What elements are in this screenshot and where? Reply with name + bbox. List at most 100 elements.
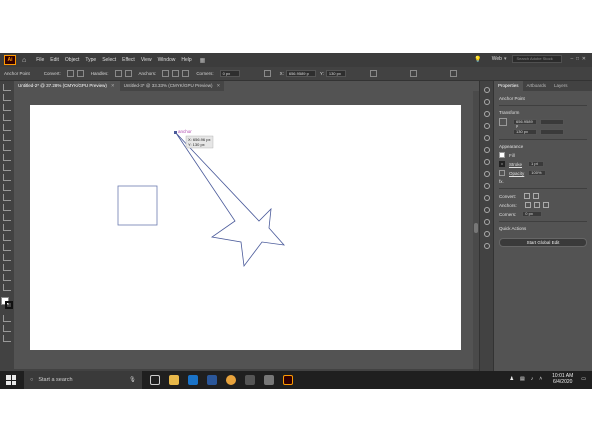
type-tool-icon[interactable] bbox=[3, 144, 11, 151]
stroke-panel-icon[interactable] bbox=[483, 135, 490, 141]
pathfinder-panel-icon[interactable] bbox=[483, 243, 490, 249]
join-anchor-icon[interactable] bbox=[172, 70, 180, 77]
h-field[interactable] bbox=[540, 129, 564, 135]
calculator-icon[interactable] bbox=[245, 375, 255, 385]
menu-type[interactable]: Type bbox=[85, 57, 96, 63]
outlook-icon[interactable] bbox=[188, 375, 198, 385]
gradient-tool-icon[interactable] bbox=[3, 224, 11, 231]
align-panel-icon[interactable] bbox=[483, 231, 490, 237]
stroke-swatch[interactable] bbox=[499, 161, 505, 167]
menu-select[interactable]: Select bbox=[102, 57, 116, 63]
convert-smooth-icon[interactable] bbox=[76, 70, 84, 77]
workspace-switcher[interactable]: Web bbox=[492, 56, 502, 62]
chevron-down-icon[interactable]: ▾ bbox=[504, 56, 507, 62]
settings-icon[interactable] bbox=[264, 375, 274, 385]
windows-start-icon[interactable] bbox=[6, 375, 16, 385]
rectangle-shape[interactable] bbox=[117, 185, 158, 226]
close-icon[interactable]: ✕ bbox=[217, 81, 221, 91]
arrange-documents-icon[interactable]: ▦ bbox=[200, 57, 206, 64]
curvature-tool-icon[interactable] bbox=[3, 114, 11, 121]
fill-stroke-swatch[interactable] bbox=[1, 297, 13, 309]
brushes-panel-icon[interactable] bbox=[483, 111, 490, 117]
menu-help[interactable]: Help bbox=[181, 57, 191, 63]
start-global-edit-button[interactable]: Start Global Edit bbox=[499, 238, 587, 247]
panel-remove-anchor-icon[interactable] bbox=[524, 202, 531, 208]
window-controls[interactable]: – □ ✕ bbox=[570, 56, 586, 62]
people-icon[interactable]: ♟ bbox=[509, 376, 513, 382]
isolate-icon[interactable] bbox=[369, 70, 377, 77]
x-field[interactable]: 656.9589 p bbox=[513, 119, 537, 128]
anchor-point[interactable] bbox=[174, 131, 177, 134]
menu-edit[interactable]: Edit bbox=[50, 57, 59, 63]
tab-layers[interactable]: Layers bbox=[550, 81, 572, 91]
direct-selection-tool-icon[interactable] bbox=[3, 94, 11, 101]
rotate-tool-icon[interactable] bbox=[3, 184, 11, 191]
y-field[interactable]: 130 px bbox=[513, 129, 537, 135]
menu-window[interactable]: Window bbox=[158, 57, 176, 63]
zoom-tool-icon[interactable] bbox=[3, 284, 11, 291]
stroke-label[interactable]: Stroke bbox=[509, 162, 522, 167]
file-explorer-icon[interactable] bbox=[169, 375, 179, 385]
artboard-tool-icon[interactable] bbox=[3, 264, 11, 271]
network-icon[interactable]: ▤ bbox=[520, 376, 525, 382]
tab-untitled-3[interactable]: Untitled-3* @ 33.33% (CMYK/GPU Preview) … bbox=[119, 81, 225, 91]
task-view-icon[interactable] bbox=[150, 375, 160, 385]
rectangle-tool-icon[interactable] bbox=[3, 164, 11, 171]
tray-chevron-icon[interactable]: ˄ bbox=[539, 376, 542, 382]
symbols-panel-icon[interactable] bbox=[483, 123, 490, 129]
menu-effect[interactable]: Effect bbox=[122, 57, 135, 63]
transform-icon[interactable] bbox=[409, 70, 417, 77]
color-panel-icon[interactable] bbox=[483, 87, 490, 93]
drawing-modes-icon[interactable] bbox=[3, 315, 11, 322]
width-tool-icon[interactable] bbox=[3, 204, 11, 211]
gradient-panel-icon[interactable] bbox=[483, 147, 490, 153]
notifications-icon[interactable]: ▭ bbox=[581, 376, 586, 382]
w-field[interactable] bbox=[540, 119, 564, 125]
chrome-icon[interactable] bbox=[226, 375, 236, 385]
reference-point-icon[interactable] bbox=[499, 118, 507, 126]
remove-anchor-icon[interactable] bbox=[162, 70, 170, 77]
tab-artboards[interactable]: Artboards bbox=[523, 81, 551, 91]
taskbar-search-input[interactable]: ○ Start a search 🎙 bbox=[24, 371, 142, 389]
graphic-styles-panel-icon[interactable] bbox=[483, 183, 490, 189]
transparency-panel-icon[interactable] bbox=[483, 159, 490, 165]
menu-view[interactable]: View bbox=[141, 57, 152, 63]
align-icon[interactable] bbox=[263, 70, 271, 77]
arrange-icon[interactable] bbox=[449, 70, 457, 77]
panel-corners-field[interactable]: 0 px bbox=[522, 211, 543, 217]
convert-corner-icon[interactable] bbox=[66, 70, 74, 77]
shape-builder-tool-icon[interactable] bbox=[3, 214, 11, 221]
artboards-panel-icon[interactable] bbox=[483, 207, 490, 213]
eyedropper-tool-icon[interactable] bbox=[3, 234, 11, 241]
hand-tool-icon[interactable] bbox=[3, 274, 11, 281]
transform-panel-icon[interactable] bbox=[483, 219, 490, 225]
opacity-label[interactable]: Opacity bbox=[509, 171, 524, 176]
show-handles-icon[interactable] bbox=[114, 70, 122, 77]
volume-icon[interactable]: ♪ bbox=[531, 376, 534, 382]
stock-search-input[interactable]: Search Adobe Stock bbox=[512, 55, 563, 63]
panel-cut-path-icon[interactable] bbox=[542, 202, 549, 208]
screen-mode-icon[interactable] bbox=[3, 325, 11, 332]
blend-tool-icon[interactable] bbox=[3, 244, 11, 251]
word-icon[interactable] bbox=[207, 375, 217, 385]
corners-field[interactable]: 0 px bbox=[219, 70, 240, 77]
illustrator-taskbar-icon[interactable] bbox=[283, 375, 293, 385]
star-shape[interactable] bbox=[175, 132, 286, 268]
panel-convert-smooth-icon[interactable] bbox=[533, 193, 540, 199]
eraser-tool-icon[interactable] bbox=[3, 174, 11, 181]
microphone-icon[interactable]: 🎙 bbox=[129, 377, 136, 383]
x-field[interactable]: 656.9589 p bbox=[285, 70, 316, 77]
scale-tool-icon[interactable] bbox=[3, 194, 11, 201]
selection-tool-icon[interactable] bbox=[3, 84, 11, 91]
menu-file[interactable]: File bbox=[36, 57, 44, 63]
appearance-panel-icon[interactable] bbox=[483, 171, 490, 177]
opacity-field[interactable]: 100% bbox=[528, 170, 547, 176]
menu-object[interactable]: Object bbox=[65, 57, 79, 63]
artboard[interactable]: anchor X: 656.96 px Y: 130 px bbox=[30, 105, 461, 350]
clock[interactable]: 10:01 AM 6/4/2020 bbox=[552, 373, 573, 385]
cut-path-icon[interactable] bbox=[182, 70, 190, 77]
fx-button[interactable]: fx. bbox=[499, 179, 587, 184]
layers-panel-icon[interactable] bbox=[483, 195, 490, 201]
fill-swatch[interactable] bbox=[499, 152, 505, 158]
y-field[interactable]: 130 px bbox=[325, 70, 346, 77]
